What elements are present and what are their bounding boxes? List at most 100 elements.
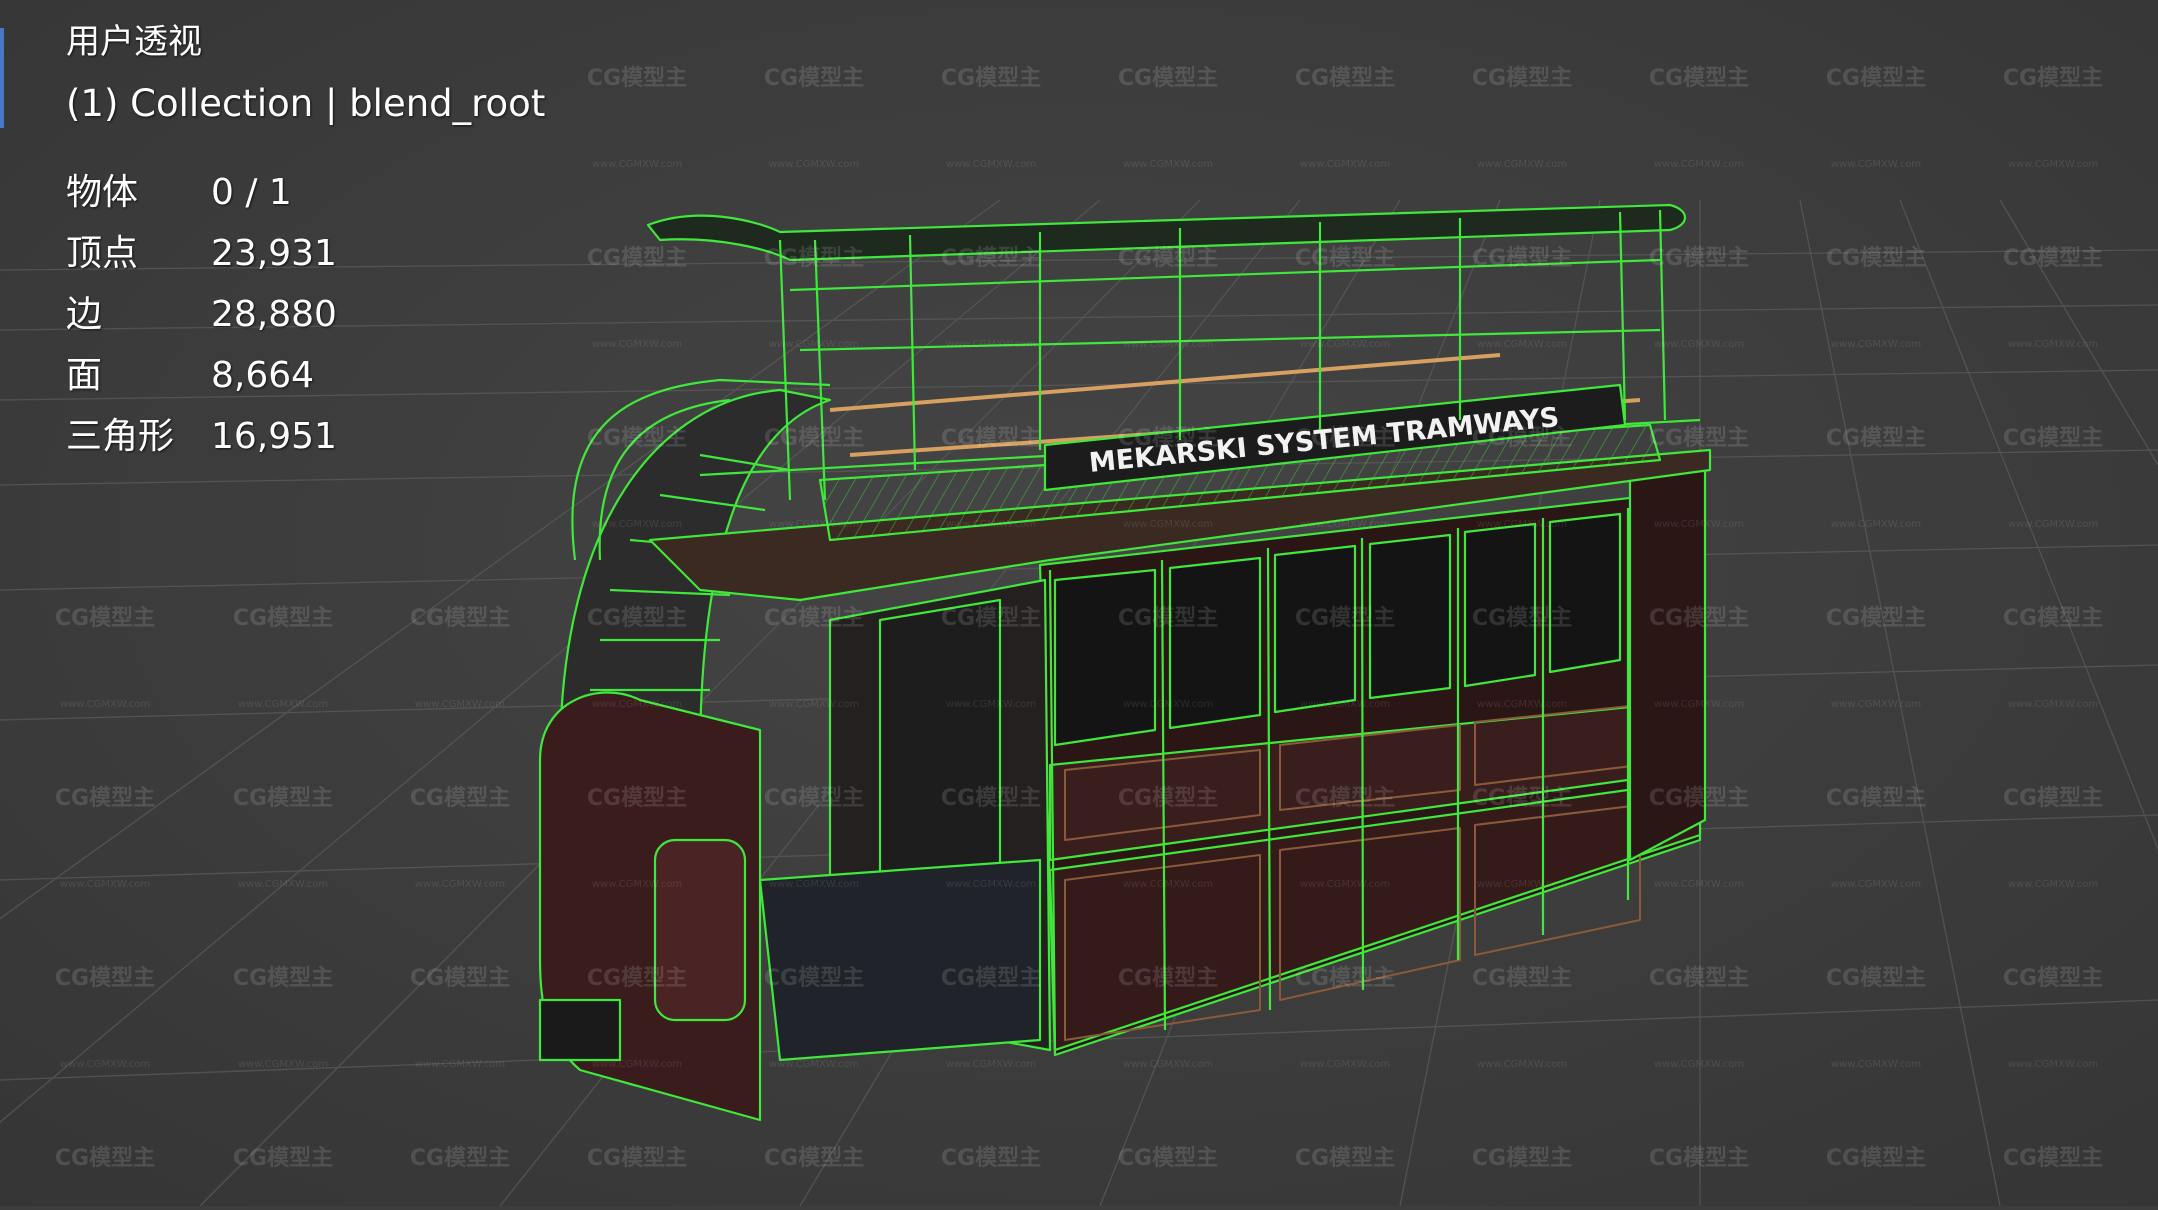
watermark-logo: CG模型主 <box>1295 426 1395 451</box>
watermark-logo: CG模型主 <box>1826 426 1926 451</box>
watermark-logo: CG模型主 <box>587 426 687 451</box>
watermark-logo: CG模型主 <box>1826 66 1926 91</box>
stat-row-faces: 面 8,664 <box>66 345 545 406</box>
watermark-url: www.CGMXW.com <box>592 699 682 710</box>
watermark-logo: CG模型主 <box>2003 66 2103 91</box>
watermark-url: www.CGMXW.com <box>2008 159 2098 170</box>
watermark-url: www.CGMXW.com <box>1123 699 1213 710</box>
watermark-url: www.CGMXW.com <box>1831 159 1921 170</box>
watermark-logo: CG模型主 <box>1826 246 1926 271</box>
watermark-url: www.CGMXW.com <box>60 879 150 890</box>
watermark-url: www.CGMXW.com <box>2008 339 2098 350</box>
rear-coupler <box>538 998 622 1062</box>
stat-row-edges: 边 28,880 <box>66 284 545 345</box>
watermark-url: www.CGMXW.com <box>1300 519 1390 530</box>
watermark-logo: CG模型主 <box>1826 606 1926 631</box>
watermark-url: www.CGMXW.com <box>1123 1059 1213 1070</box>
watermark-url: www.CGMXW.com <box>1123 519 1213 530</box>
watermark-url: www.CGMXW.com <box>1477 339 1567 350</box>
watermark-url: www.CGMXW.com <box>238 699 328 710</box>
watermark-url: www.CGMXW.com <box>415 699 505 710</box>
watermark-logo: CG模型主 <box>2003 246 2103 271</box>
watermark-logo: CG模型主 <box>1649 786 1749 811</box>
watermark-logo: CG模型主 <box>1826 966 1926 991</box>
watermark-url: www.CGMXW.com <box>1300 339 1390 350</box>
watermark-logo: CG模型主 <box>2003 966 2103 991</box>
watermark-url: www.CGMXW.com <box>946 159 1036 170</box>
stat-row-vertices: 顶点 23,931 <box>66 223 545 284</box>
watermark-url: www.CGMXW.com <box>238 1059 328 1070</box>
watermark-logo: CG模型主 <box>1295 66 1395 91</box>
watermark-url: www.CGMXW.com <box>946 879 1036 890</box>
stat-value: 28,880 <box>211 294 337 335</box>
watermark-logo: CG模型主 <box>1118 246 1218 271</box>
watermark-logo: CG模型主 <box>941 246 1041 271</box>
watermark-logo: CG模型主 <box>410 786 510 811</box>
watermark-url: www.CGMXW.com <box>592 879 682 890</box>
watermark-url: www.CGMXW.com <box>415 879 505 890</box>
watermark-url: www.CGMXW.com <box>1654 1059 1744 1070</box>
watermark-logo: CG模型主 <box>941 66 1041 91</box>
watermark-logo: CG模型主 <box>1295 786 1395 811</box>
watermark-url: www.CGMXW.com <box>1831 699 1921 710</box>
watermark-url: www.CGMXW.com <box>1654 519 1744 530</box>
watermark-url: www.CGMXW.com <box>1654 159 1744 170</box>
watermark-logo: CG模型主 <box>1295 606 1395 631</box>
watermark-logo: CG模型主 <box>764 606 864 631</box>
watermark-logo: CG模型主 <box>1118 426 1218 451</box>
watermark-logo: CG模型主 <box>1649 66 1749 91</box>
watermark-logo: CG模型主 <box>587 786 687 811</box>
watermark-logo: CG模型主 <box>2003 606 2103 631</box>
stat-label: 物体 <box>66 172 139 213</box>
watermark-url: www.CGMXW.com <box>1831 879 1921 890</box>
watermark-logo: CG模型主 <box>587 606 687 631</box>
watermark-url: www.CGMXW.com <box>592 1059 682 1070</box>
watermark-logo: CG模型主 <box>1472 426 1572 451</box>
watermark-logo: CG模型主 <box>1118 786 1218 811</box>
watermark-url: www.CGMXW.com <box>2008 1059 2098 1070</box>
watermark-url: www.CGMXW.com <box>238 879 328 890</box>
watermark-logo: CG模型主 <box>1472 606 1572 631</box>
watermark-url: www.CGMXW.com <box>1477 1059 1567 1070</box>
watermark-logo: CG模型主 <box>1826 1146 1926 1171</box>
watermark-logo: CG模型主 <box>941 606 1041 631</box>
watermark-url: www.CGMXW.com <box>1477 699 1567 710</box>
stat-label: 三角形 <box>66 416 175 457</box>
watermark-logo: CG模型主 <box>233 786 333 811</box>
watermark-url: www.CGMXW.com <box>769 339 859 350</box>
watermark-url: www.CGMXW.com <box>592 159 682 170</box>
watermark-logo: CG模型主 <box>941 786 1041 811</box>
watermark-logo: CG模型主 <box>1118 966 1218 991</box>
watermark-logo: CG模型主 <box>55 786 155 811</box>
watermark-logo: CG模型主 <box>587 1146 687 1171</box>
3d-viewport[interactable]: MEKARSKI SYSTEM TRAMWAYS CG模型主 www.CGMXW… <box>0 0 2158 1207</box>
watermark-logo: CG模型主 <box>587 66 687 91</box>
watermark-logo: CG模型主 <box>233 966 333 991</box>
watermark-url: www.CGMXW.com <box>769 159 859 170</box>
watermark-logo: CG模型主 <box>1649 606 1749 631</box>
watermark-logo: CG模型主 <box>941 1146 1041 1171</box>
watermark-logo: CG模型主 <box>941 966 1041 991</box>
stat-label: 顶点 <box>66 233 139 274</box>
watermark-logo: CG模型主 <box>1118 606 1218 631</box>
watermark-logo: CG模型主 <box>1295 246 1395 271</box>
watermark-url: www.CGMXW.com <box>1831 519 1921 530</box>
view-name-label: 用户透视 <box>66 22 202 62</box>
stat-value: 0 / 1 <box>211 172 292 213</box>
watermark-url: www.CGMXW.com <box>1654 339 1744 350</box>
watermark-url: www.CGMXW.com <box>1654 879 1744 890</box>
watermark-url: www.CGMXW.com <box>1300 1059 1390 1070</box>
watermark-url: www.CGMXW.com <box>769 699 859 710</box>
watermark-url: www.CGMXW.com <box>1831 339 1921 350</box>
rear-dash-panel <box>653 838 747 1022</box>
watermark-logo: CG模型主 <box>1118 1146 1218 1171</box>
watermark-url: www.CGMXW.com <box>2008 519 2098 530</box>
watermark-logo: CG模型主 <box>1472 246 1572 271</box>
watermark-logo: CG模型主 <box>55 606 155 631</box>
watermark-logo: CG模型主 <box>233 606 333 631</box>
watermark-logo: CG模型主 <box>764 966 864 991</box>
entry-steps <box>758 858 1042 1062</box>
watermark-url: www.CGMXW.com <box>946 339 1036 350</box>
watermark-url: www.CGMXW.com <box>2008 699 2098 710</box>
watermark-logo: CG模型主 <box>1472 786 1572 811</box>
